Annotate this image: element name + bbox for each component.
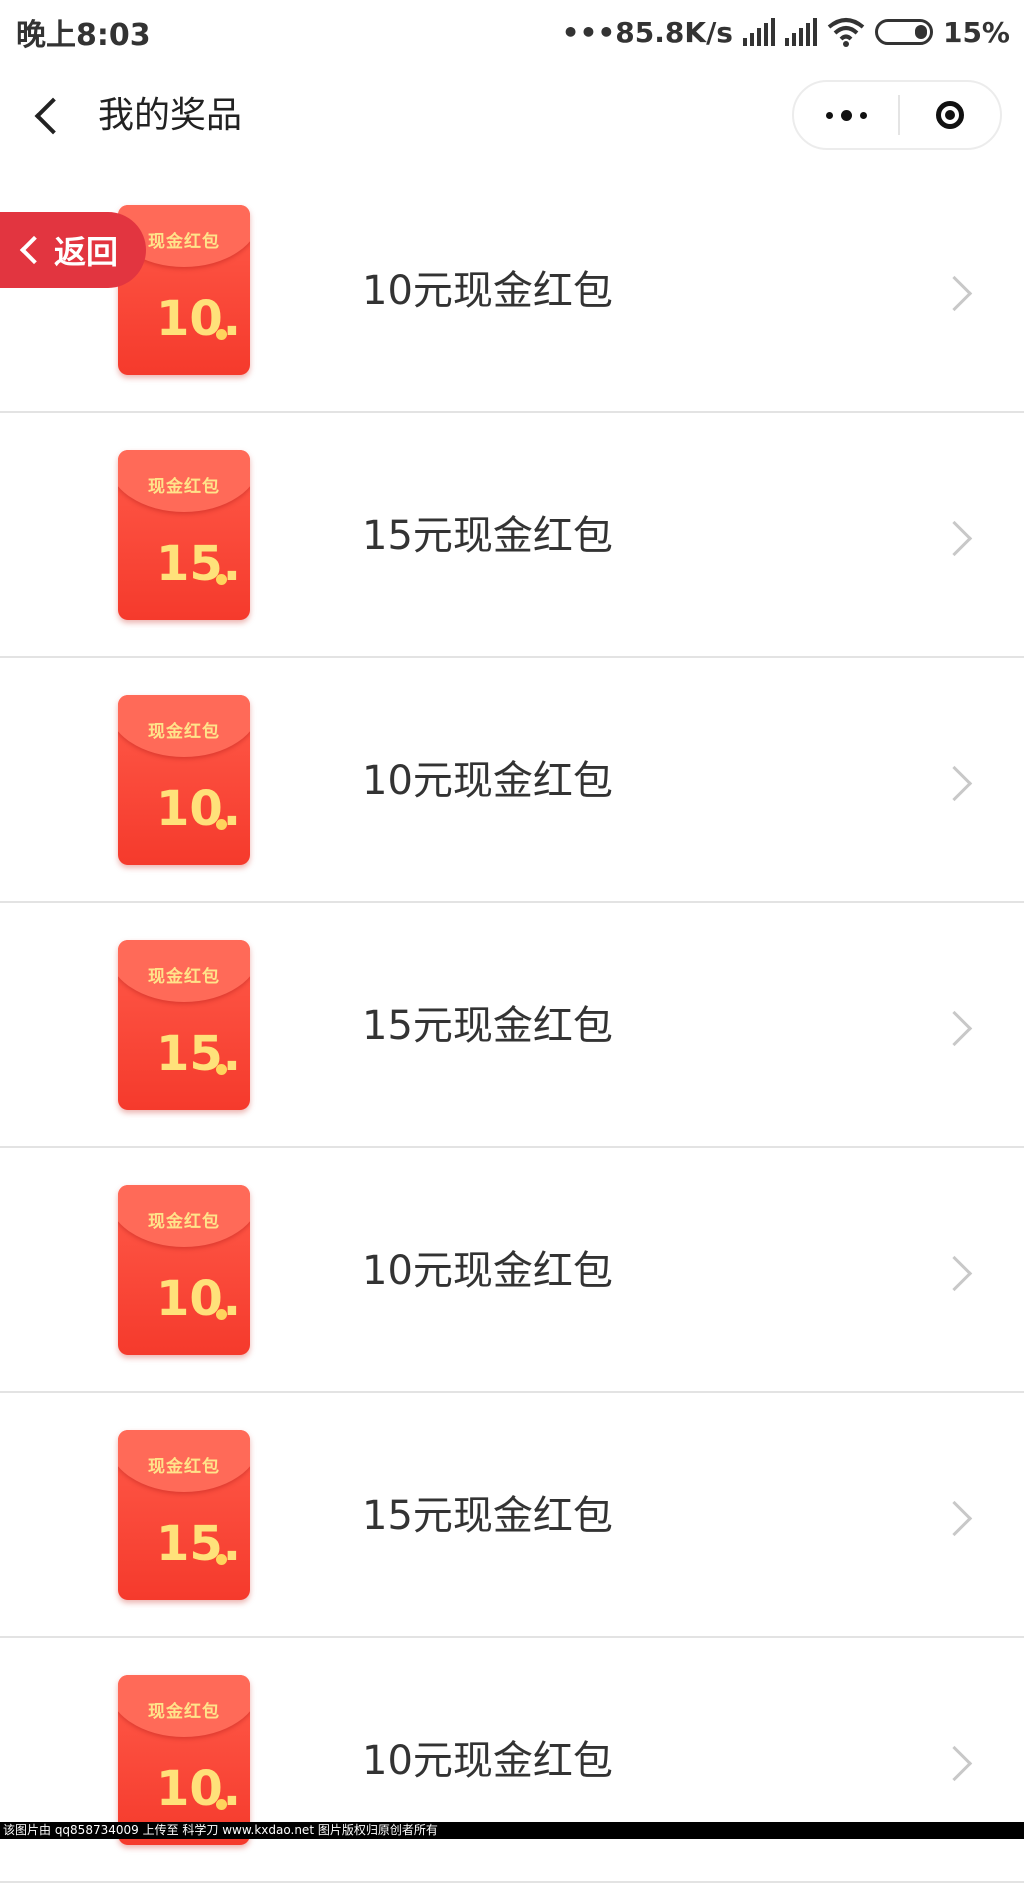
envelope-amount: 10. (156, 1271, 242, 1327)
red-envelope-icon: 现金红包 10. (118, 1675, 250, 1845)
prize-name: 15元现金红包 (362, 1493, 613, 1539)
red-envelope-icon: 现金红包 10. (118, 695, 250, 865)
more-icon[interactable] (794, 82, 898, 148)
red-envelope-icon: 现金红包 15. (118, 1430, 250, 1600)
envelope-label: 现金红包 (148, 477, 220, 497)
prize-list: 现金红包 10. 10元现金红包 现金红包 15. 15元现金红包 现金红包 1… (0, 168, 1024, 1883)
mini-program-close-icon[interactable] (900, 82, 1000, 148)
chevron-right-icon (940, 1743, 970, 1779)
envelope-amount: 15. (156, 1026, 242, 1082)
envelope-amount: 15. (156, 536, 242, 592)
floating-return-button[interactable]: 返回 (0, 212, 146, 288)
envelope-amount: 10. (156, 291, 242, 347)
envelope-label: 现金红包 (148, 1212, 220, 1232)
chevron-right-icon (940, 518, 970, 554)
red-envelope-icon: 现金红包 15. (118, 450, 250, 620)
envelope-label: 现金红包 (148, 1457, 220, 1477)
chevron-right-icon (940, 1498, 970, 1534)
envelope-amount: 10. (156, 1761, 242, 1817)
envelope-label: 现金红包 (148, 967, 220, 987)
signal-icon (784, 18, 817, 46)
battery-icon (874, 19, 933, 45)
prize-name: 10元现金红包 (362, 1248, 613, 1294)
envelope-label: 现金红包 (148, 722, 220, 742)
signal-icon (742, 18, 775, 46)
status-indicators: •••85.8K/s 15% (562, 16, 1010, 49)
envelope-amount: 15. (156, 1516, 242, 1572)
return-label: 返回 (54, 233, 119, 271)
chevron-right-icon (940, 763, 970, 799)
envelope-label: 现金红包 (148, 1702, 220, 1722)
wifi-icon (827, 18, 865, 47)
mini-program-capsule (792, 80, 1002, 150)
prize-name: 10元现金红包 (362, 1738, 613, 1784)
chevron-right-icon (940, 1008, 970, 1044)
back-arrow-icon[interactable] (28, 92, 68, 140)
network-speed: •••85.8K/s (561, 15, 733, 49)
red-envelope-icon: 现金红包 10. (118, 1185, 250, 1355)
prize-item[interactable]: 现金红包 10. 10元现金红包 (0, 1638, 1024, 1883)
battery-percent: 15% (942, 15, 1010, 49)
page-title: 我的奖品 (98, 95, 243, 136)
prize-name: 15元现金红包 (362, 513, 613, 559)
prize-item[interactable]: 现金红包 10. 10元现金红包 (0, 168, 1024, 413)
envelope-amount: 10. (156, 781, 242, 837)
watermark-bar: 该图片由 qq858734009 上传至 科学刀 www.kxdao.net 图… (0, 1822, 1024, 1839)
prize-name: 15元现金红包 (362, 1003, 613, 1049)
chevron-right-icon (940, 1253, 970, 1289)
status-time: 晚上8:03 (16, 18, 151, 53)
chevron-left-icon (19, 235, 49, 265)
prize-item[interactable]: 现金红包 10. 10元现金红包 (0, 1148, 1024, 1393)
prize-name: 10元现金红包 (362, 758, 613, 804)
prize-item[interactable]: 现金红包 10. 10元现金红包 (0, 658, 1024, 903)
red-envelope-icon: 现金红包 15. (118, 940, 250, 1110)
status-bar: 晚上8:03 •••85.8K/s 15% (0, 0, 1024, 64)
chevron-right-icon (940, 273, 970, 309)
prize-item[interactable]: 现金红包 15. 15元现金红包 (0, 903, 1024, 1148)
prize-item[interactable]: 现金红包 15. 15元现金红包 (0, 1393, 1024, 1638)
nav-bar: 我的奖品 (0, 64, 1024, 168)
prize-item[interactable]: 现金红包 15. 15元现金红包 (0, 413, 1024, 658)
prize-name: 10元现金红包 (362, 268, 613, 314)
